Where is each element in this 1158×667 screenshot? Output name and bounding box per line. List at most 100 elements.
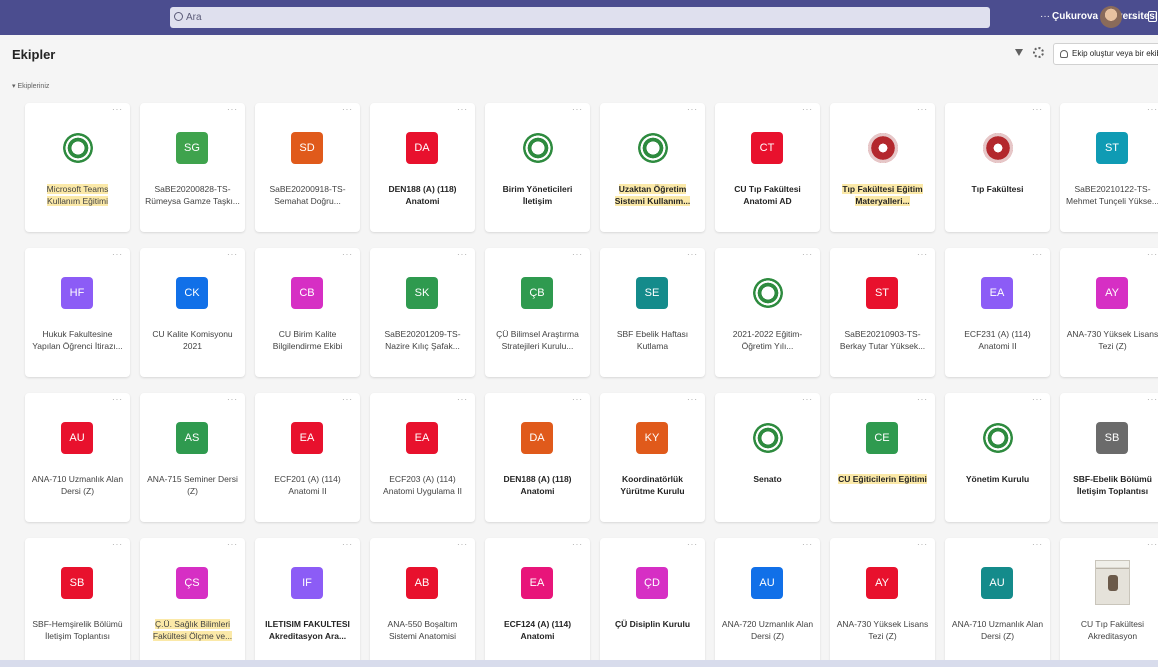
more-options-icon[interactable]: ···	[687, 250, 698, 259]
more-options-icon[interactable]: ···	[572, 540, 583, 549]
more-options-icon[interactable]: ···	[112, 250, 123, 259]
more-options-icon[interactable]: ···	[227, 540, 238, 549]
more-options-icon[interactable]: ···	[227, 395, 238, 404]
more-options-icon[interactable]: ···	[342, 250, 353, 259]
more-options-icon[interactable]: ···	[802, 105, 813, 114]
team-tile[interactable]: ··· AY ANA-730 Yüksek Lisans Tezi (Z)	[830, 538, 935, 667]
filter-icon[interactable]	[1015, 49, 1023, 56]
team-name: Ç.Ü. Sağlık Bilimleri Fakültesi Ölçme ve…	[152, 619, 233, 641]
team-tile[interactable]: ··· CK CU Kalite Komisyonu 2021	[140, 248, 245, 377]
more-options-icon[interactable]: ···	[227, 250, 238, 259]
more-options-icon[interactable]: ···	[342, 105, 353, 114]
more-options-icon[interactable]: ···	[1032, 540, 1043, 549]
team-tile[interactable]: ··· ST SaBE20210903-TS-Berkay Tutar Yüksek…	[830, 248, 935, 377]
more-options-icon[interactable]: ···	[112, 105, 123, 114]
team-tile[interactable]: ··· Yönetim Kurulu	[945, 393, 1050, 522]
team-photo-icon	[1095, 560, 1130, 605]
team-tile[interactable]: ··· EA ECF231 (A) (114) Anatomi II	[945, 248, 1050, 377]
team-tile[interactable]: ··· KY Koordinatörlük Yürütme Kurulu	[600, 393, 705, 522]
more-options-icon[interactable]: ···	[1147, 250, 1158, 259]
more-options-icon[interactable]: ···	[342, 540, 353, 549]
more-options-icon[interactable]: ···	[1032, 250, 1043, 259]
team-tile[interactable]: ··· ST SaBE20210122-TS-Mehmet Tunçeli Yüks…	[1060, 103, 1158, 232]
more-options-icon[interactable]: ···	[227, 105, 238, 114]
team-name: CU Tıp Fakültesi Akreditasyon	[1080, 619, 1145, 641]
more-options-icon[interactable]: ···	[1147, 540, 1158, 549]
more-options-icon[interactable]: ···	[917, 395, 928, 404]
team-tile[interactable]: ··· EA ECF124 (A) (114) Anatomi	[485, 538, 590, 667]
team-tile[interactable]: ··· ÇB ÇÜ Bilimsel Araştırma Stratejileri …	[485, 248, 590, 377]
more-options-icon[interactable]: ···	[802, 395, 813, 404]
team-tile[interactable]: ··· HF Hukuk Fakultesine Yapılan Öğrenci İ…	[25, 248, 130, 377]
university-logo-icon	[753, 278, 783, 308]
team-tile[interactable]: ··· 2021-2022 Eğitim-Öğretim Yılı...	[715, 248, 820, 377]
more-options-icon[interactable]: ···	[572, 105, 583, 114]
team-tile[interactable]: ··· AB ANA-550 Boşaltım Sistemi Anatomisi	[370, 538, 475, 667]
team-tile[interactable]: ··· SE SBF Ebelik Haftası Kutlama	[600, 248, 705, 377]
title-bar: Ara ··· Çukurova Üniversitesi –	[0, 0, 1158, 35]
team-tile[interactable]: ··· CU Tıp Fakültesi Akreditasyon	[1060, 538, 1158, 667]
more-options-icon[interactable]: ···	[457, 540, 468, 549]
more-options-icon[interactable]: ···	[802, 250, 813, 259]
team-avatar-icon: AS	[176, 422, 208, 454]
more-options-icon[interactable]: ···	[112, 540, 123, 549]
university-logo-icon	[523, 133, 553, 163]
more-options-icon[interactable]: ···	[917, 250, 928, 259]
more-options-icon[interactable]: ···	[1040, 11, 1050, 22]
more-options-icon[interactable]: ···	[572, 250, 583, 259]
team-tile[interactable]: ··· AS ANA-715 Seminer Dersi (Z)	[140, 393, 245, 522]
team-name: ECF201 (A) (114) Anatomi II	[274, 474, 341, 496]
team-tile[interactable]: ··· EA ECF203 (A) (114) Anatomi Uygulama I…	[370, 393, 475, 522]
team-tile[interactable]: ··· ÇS Ç.Ü. Sağlık Bilimleri Fakültesi Ölç…	[140, 538, 245, 667]
more-options-icon[interactable]: ···	[687, 540, 698, 549]
team-tile[interactable]: ··· Tıp Fakültesi	[945, 103, 1050, 232]
team-avatar-icon: SG	[176, 132, 208, 164]
more-options-icon[interactable]: ···	[917, 540, 928, 549]
team-tile[interactable]: ··· ÇD ÇÜ Disiplin Kurulu	[600, 538, 705, 667]
team-tile[interactable]: ··· DA DEN188 (A) (118) Anatomi	[370, 103, 475, 232]
team-tile[interactable]: ··· DA DEN188 (A) (118) Anatomi	[485, 393, 590, 522]
team-tile[interactable]: ··· CT CU Tıp Fakültesi Anatomi AD	[715, 103, 820, 232]
more-options-icon[interactable]: ···	[802, 540, 813, 549]
team-name: ECF231 (A) (114) Anatomi II	[964, 329, 1031, 351]
more-options-icon[interactable]: ···	[687, 395, 698, 404]
more-options-icon[interactable]: ···	[457, 250, 468, 259]
search-input[interactable]: Ara	[170, 7, 990, 28]
team-tile[interactable]: ··· SG SaBE20200828-TS-Rümeysa Gamze Taşkı…	[140, 103, 245, 232]
more-options-icon[interactable]: ···	[572, 395, 583, 404]
more-options-icon[interactable]: ···	[112, 395, 123, 404]
team-tile[interactable]: ··· Uzaktan Öğretim Sistemi Kullanım...	[600, 103, 705, 232]
team-tile[interactable]: ··· AU ANA-710 Uzmanlık Alan Dersi (Z)	[25, 393, 130, 522]
team-tile[interactable]: ··· Microsoft Teams Kullanım Eğitimi	[25, 103, 130, 232]
team-tile[interactable]: ··· CB CU Birim Kalite Bilgilendirme Ekibi	[255, 248, 360, 377]
team-tile[interactable]: ··· SB SBF-Hemşirelik Bölümü İletişim Topl…	[25, 538, 130, 667]
more-options-icon[interactable]: ···	[457, 395, 468, 404]
more-options-icon[interactable]: ···	[457, 105, 468, 114]
team-tile[interactable]: ··· IF ILETISIM FAKULTESI Akreditasyon Ara…	[255, 538, 360, 667]
team-tile[interactable]: ··· SK SaBE20201209-TS-Nazire Kılıç Şafak.…	[370, 248, 475, 377]
more-options-icon[interactable]: ···	[1032, 105, 1043, 114]
more-options-icon[interactable]: ···	[1032, 395, 1043, 404]
minimize-button[interactable]: –	[1130, 10, 1137, 24]
more-options-icon[interactable]: ···	[917, 105, 928, 114]
team-tile[interactable]: ··· AU ANA-710 Uzmanlık Alan Dersi (Z)	[945, 538, 1050, 667]
team-tile[interactable]: ··· SD SaBE20200918-TS-Semahat Doğru...	[255, 103, 360, 232]
team-tile[interactable]: ··· Birim Yöneticileri İletişim	[485, 103, 590, 232]
gear-icon[interactable]	[1033, 47, 1044, 58]
team-tile[interactable]: ··· SB SBF-Ebelik Bölümü İletişim Toplantı…	[1060, 393, 1158, 522]
restore-window-icon[interactable]	[1148, 11, 1157, 22]
more-options-icon[interactable]: ···	[342, 395, 353, 404]
create-or-join-team-button[interactable]: Ekip oluştur veya bir ekibe katıl	[1053, 43, 1158, 65]
team-tile[interactable]: ··· CE CU Eğiticilerin Eğitimi	[830, 393, 935, 522]
team-tile[interactable]: ··· EA ECF201 (A) (114) Anatomi II	[255, 393, 360, 522]
team-tile[interactable]: ··· Senato	[715, 393, 820, 522]
more-options-icon[interactable]: ···	[1147, 395, 1158, 404]
section-label[interactable]: ▾ Ekipleriniz	[12, 82, 49, 90]
team-tile[interactable]: ··· AY ANA-730 Yüksek Lisans Tezi (Z)	[1060, 248, 1158, 377]
team-tile[interactable]: ··· Tıp Fakültesi Eğitim Materyalleri...	[830, 103, 935, 232]
avatar[interactable]	[1100, 6, 1122, 28]
more-options-icon[interactable]: ···	[687, 105, 698, 114]
team-tile[interactable]: ··· AU ANA-720 Uzmanlık Alan Dersi (Z)	[715, 538, 820, 667]
university-logo-icon	[63, 133, 93, 163]
more-options-icon[interactable]: ···	[1147, 105, 1158, 114]
